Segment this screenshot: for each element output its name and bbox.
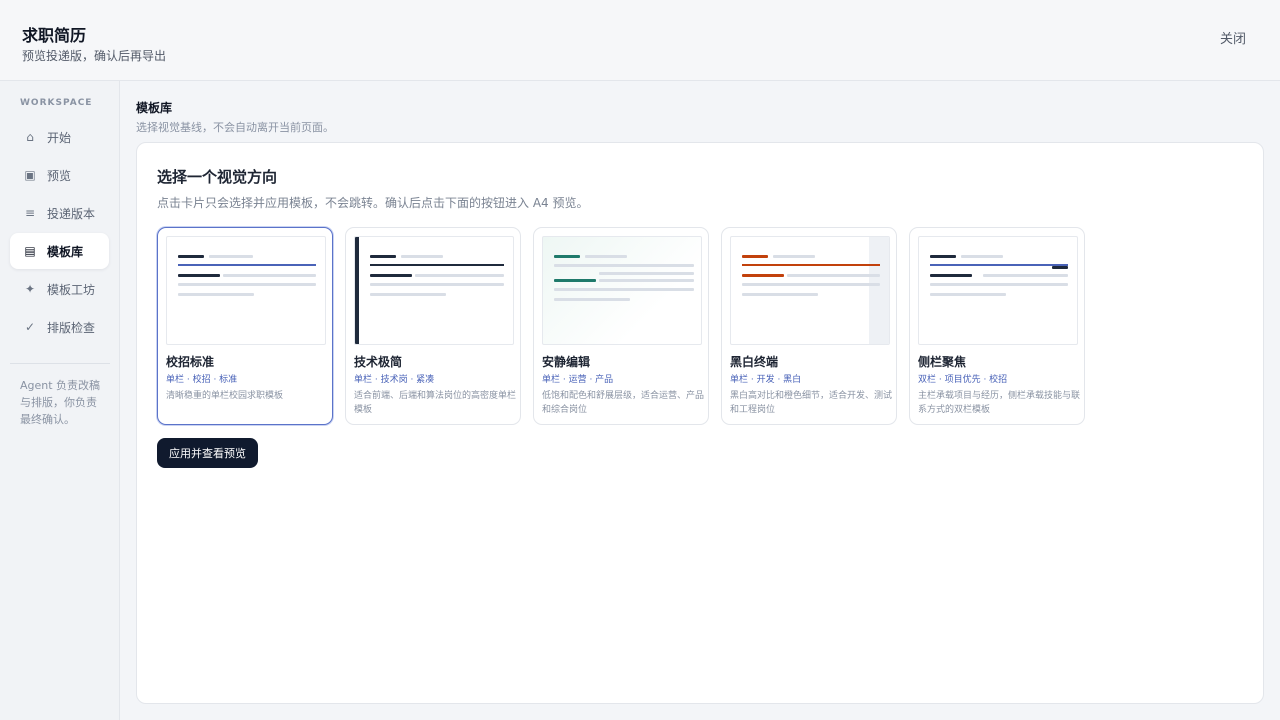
panel-description: 点击卡片只会选择并应用模板，不会跳转。确认后点击下面的按钮进入 A4 预览。 (157, 196, 589, 210)
sidebar-item-label: 模板库 (47, 244, 84, 259)
template-card-tech-minimal[interactable]: 技术极简 单栏 · 技术岗 · 紧凑 适合前端、后端和算法岗位的高密度单栏模板 (345, 227, 521, 425)
sidebar-item-templates[interactable]: ▤ 模板库 (10, 233, 109, 269)
template-thumbnail (730, 236, 890, 345)
template-description: 适合前端、后端和算法岗位的高密度单栏模板 (354, 391, 517, 415)
template-panel: 选择一个视觉方向 点击卡片只会选择并应用模板，不会跳转。确认后点击下面的按钮进入… (136, 142, 1264, 704)
page-title: 求职简历 (22, 26, 87, 45)
template-card-mono-terminal[interactable]: 黑白终端 单栏 · 开发 · 黑白 黑白高对比和橙色细节，适合开发、测试和工程岗… (721, 227, 897, 425)
app-window: 求职简历 预览投递版，确认后再导出 关闭 WORKSPACE ⌂ 开始 ▣ 预览… (0, 0, 1280, 720)
sidebar-item-versions[interactable]: ≡ 投递版本 (10, 195, 109, 231)
section-header: 模板库 选择视觉基线，不会自动离开当前页面。 (136, 99, 334, 135)
template-thumbnail (918, 236, 1078, 345)
template-tags: 单栏 · 校招 · 标准 (166, 375, 238, 385)
apply-and-preview-button[interactable]: 应用并查看预览 (157, 438, 258, 468)
page-subtitle: 预览投递版，确认后再导出 (22, 49, 167, 63)
sidebar-item-preview[interactable]: ▣ 预览 (10, 157, 109, 193)
template-tags: 单栏 · 开发 · 黑白 (730, 375, 802, 385)
sidebar: WORKSPACE ⌂ 开始 ▣ 预览 ≡ 投递版本 ▤ 模板库 ✦ 模板工坊 … (0, 81, 120, 720)
template-tags: 单栏 · 运营 · 产品 (542, 375, 614, 385)
template-card-sidebar-focus[interactable]: 侧栏聚焦 双栏 · 项目优先 · 校招 主栏承载项目与经历，侧栏承载技能与联系方… (909, 227, 1085, 425)
template-card-campus-standard[interactable]: 校招标准 单栏 · 校招 · 标准 清晰稳重的单栏校园求职模板 (157, 227, 333, 425)
header: 求职简历 预览投递版，确认后再导出 关闭 (0, 0, 1280, 81)
template-name: 侧栏聚焦 (918, 355, 967, 369)
close-button[interactable]: 关闭 (1220, 28, 1246, 47)
template-description: 清晰稳重的单栏校园求职模板 (166, 391, 284, 401)
home-icon: ⌂ (26, 130, 34, 144)
template-tags: 双栏 · 项目优先 · 校招 (918, 375, 1008, 385)
list-icon: ≡ (24, 206, 36, 220)
sidebar-divider (10, 363, 110, 364)
preview-icon: ▣ (24, 168, 36, 182)
template-thumbnail (166, 236, 326, 345)
template-name: 黑白终端 (730, 355, 779, 369)
template-description: 主栏承载项目与经历，侧栏承载技能与联系方式的双栏模板 (918, 391, 1081, 415)
sidebar-note: Agent 负责改稿与排版，你负责最终确认。 (20, 379, 101, 426)
sidebar-item-label: 排版检查 (47, 320, 96, 335)
template-name: 安静编辑 (542, 355, 591, 369)
template-card-quiet-editorial[interactable]: 安静编辑 单栏 · 运营 · 产品 低饱和配色和舒展层级，适合运营、产品和综合岗… (533, 227, 709, 425)
sidebar-item-label: 投递版本 (47, 206, 96, 221)
sidebar-item-label: 开始 (47, 130, 72, 145)
sidebar-item-label: 模板工坊 (47, 282, 96, 297)
sidebar-item-start[interactable]: ⌂ 开始 (10, 119, 109, 155)
check-icon: ✓ (24, 320, 36, 334)
sidebar-section-label: WORKSPACE (20, 98, 93, 108)
template-description: 低饱和配色和舒展层级，适合运营、产品和综合岗位 (542, 391, 705, 415)
sidebar-item-layout-check[interactable]: ✓ 排版检查 (10, 309, 109, 345)
template-thumbnail (354, 236, 514, 345)
section-subtitle: 选择视觉基线，不会自动离开当前页面。 (136, 121, 334, 134)
template-name: 技术极简 (354, 355, 403, 369)
template-tags: 单栏 · 技术岗 · 紧凑 (354, 375, 435, 385)
template-description: 黑白高对比和橙色细节，适合开发、测试和工程岗位 (730, 391, 893, 415)
sidebar-item-label: 预览 (47, 168, 72, 183)
panel-title: 选择一个视觉方向 (157, 168, 278, 186)
sidebar-item-workshop[interactable]: ✦ 模板工坊 (10, 271, 109, 307)
sparkle-icon: ✦ (24, 282, 36, 296)
section-title: 模板库 (136, 101, 173, 115)
template-thumbnail (542, 236, 702, 345)
template-icon: ▤ (24, 244, 36, 258)
template-name: 校招标准 (166, 355, 215, 369)
